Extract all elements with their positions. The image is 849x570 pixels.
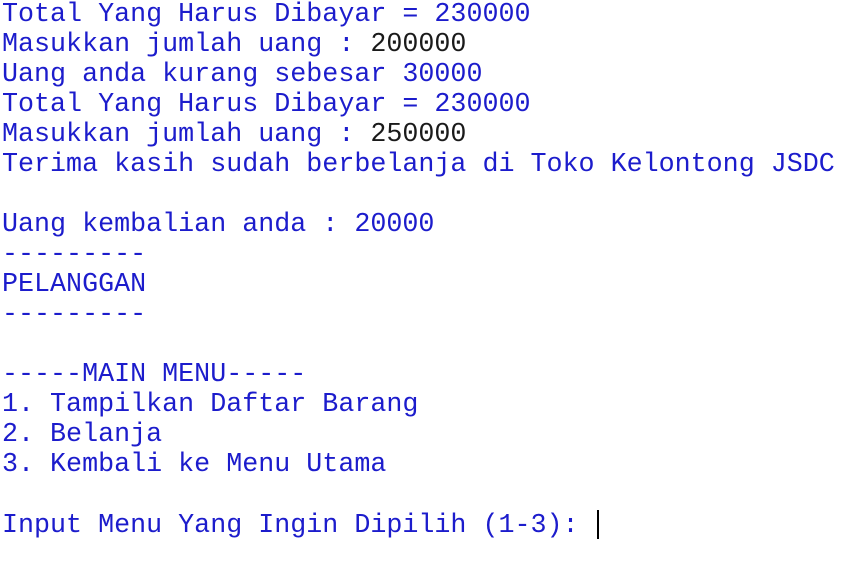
console-window[interactable]: Total Yang Harus Dibayar = 230000 Masukk… (0, 0, 849, 541)
shortfall-line: Uang anda kurang sebesar 30000 (2, 60, 482, 90)
user-input-amount: 200000 (370, 30, 467, 60)
divider-line: --------- (2, 240, 146, 270)
output-text: PELANGGAN (2, 270, 147, 300)
output-text: Total Yang Harus Dibayar = 230000 (2, 0, 531, 30)
user-input-amount: 250000 (370, 120, 467, 150)
output-text: 2. Belanja (2, 420, 163, 450)
output-text: Masukkan jumlah uang : (2, 120, 371, 150)
output-text: 1. Tampilkan Daftar Barang (2, 390, 419, 420)
output-text: Uang kembalian anda : 20000 (2, 210, 435, 240)
output-text: -----MAIN MENU----- (2, 360, 307, 390)
menu-option-2: 2. Belanja (2, 420, 162, 450)
output-text: --------- (2, 300, 147, 330)
text-cursor[interactable] (596, 510, 599, 539)
input-prompt-line[interactable]: Input Menu Yang Ingin Dipilih (1-3): (2, 510, 599, 541)
total-due-line: Total Yang Harus Dibayar = 230000 (2, 0, 531, 30)
menu-option-3: 3. Kembali ke Menu Utama (2, 450, 386, 480)
thank-you-line: Terima kasih sudah berbelanja di Toko Ke… (2, 150, 835, 180)
enter-amount-line: Masukkan jumlah uang : 200000 (2, 30, 466, 60)
output-text: Masukkan jumlah uang : (2, 30, 371, 60)
change-line: Uang kembalian anda : 20000 (2, 210, 434, 240)
section-title: PELANGGAN (2, 270, 146, 300)
enter-amount-line: Masukkan jumlah uang : 250000 (2, 120, 466, 150)
output-text: Terima kasih sudah berbelanja di Toko Ke… (2, 150, 835, 180)
output-text: --------- (2, 240, 147, 270)
input-prompt: Input Menu Yang Ingin Dipilih (1-3): (2, 511, 595, 541)
menu-option-1: 1. Tampilkan Daftar Barang (2, 390, 418, 420)
output-text: 3. Kembali ke Menu Utama (2, 450, 387, 480)
total-due-line: Total Yang Harus Dibayar = 230000 (2, 90, 531, 120)
output-text: Total Yang Harus Dibayar = 230000 (2, 90, 531, 120)
divider-line: --------- (2, 300, 146, 330)
output-text: Uang anda kurang sebesar 30000 (2, 60, 483, 90)
menu-header: -----MAIN MENU----- (2, 360, 306, 390)
